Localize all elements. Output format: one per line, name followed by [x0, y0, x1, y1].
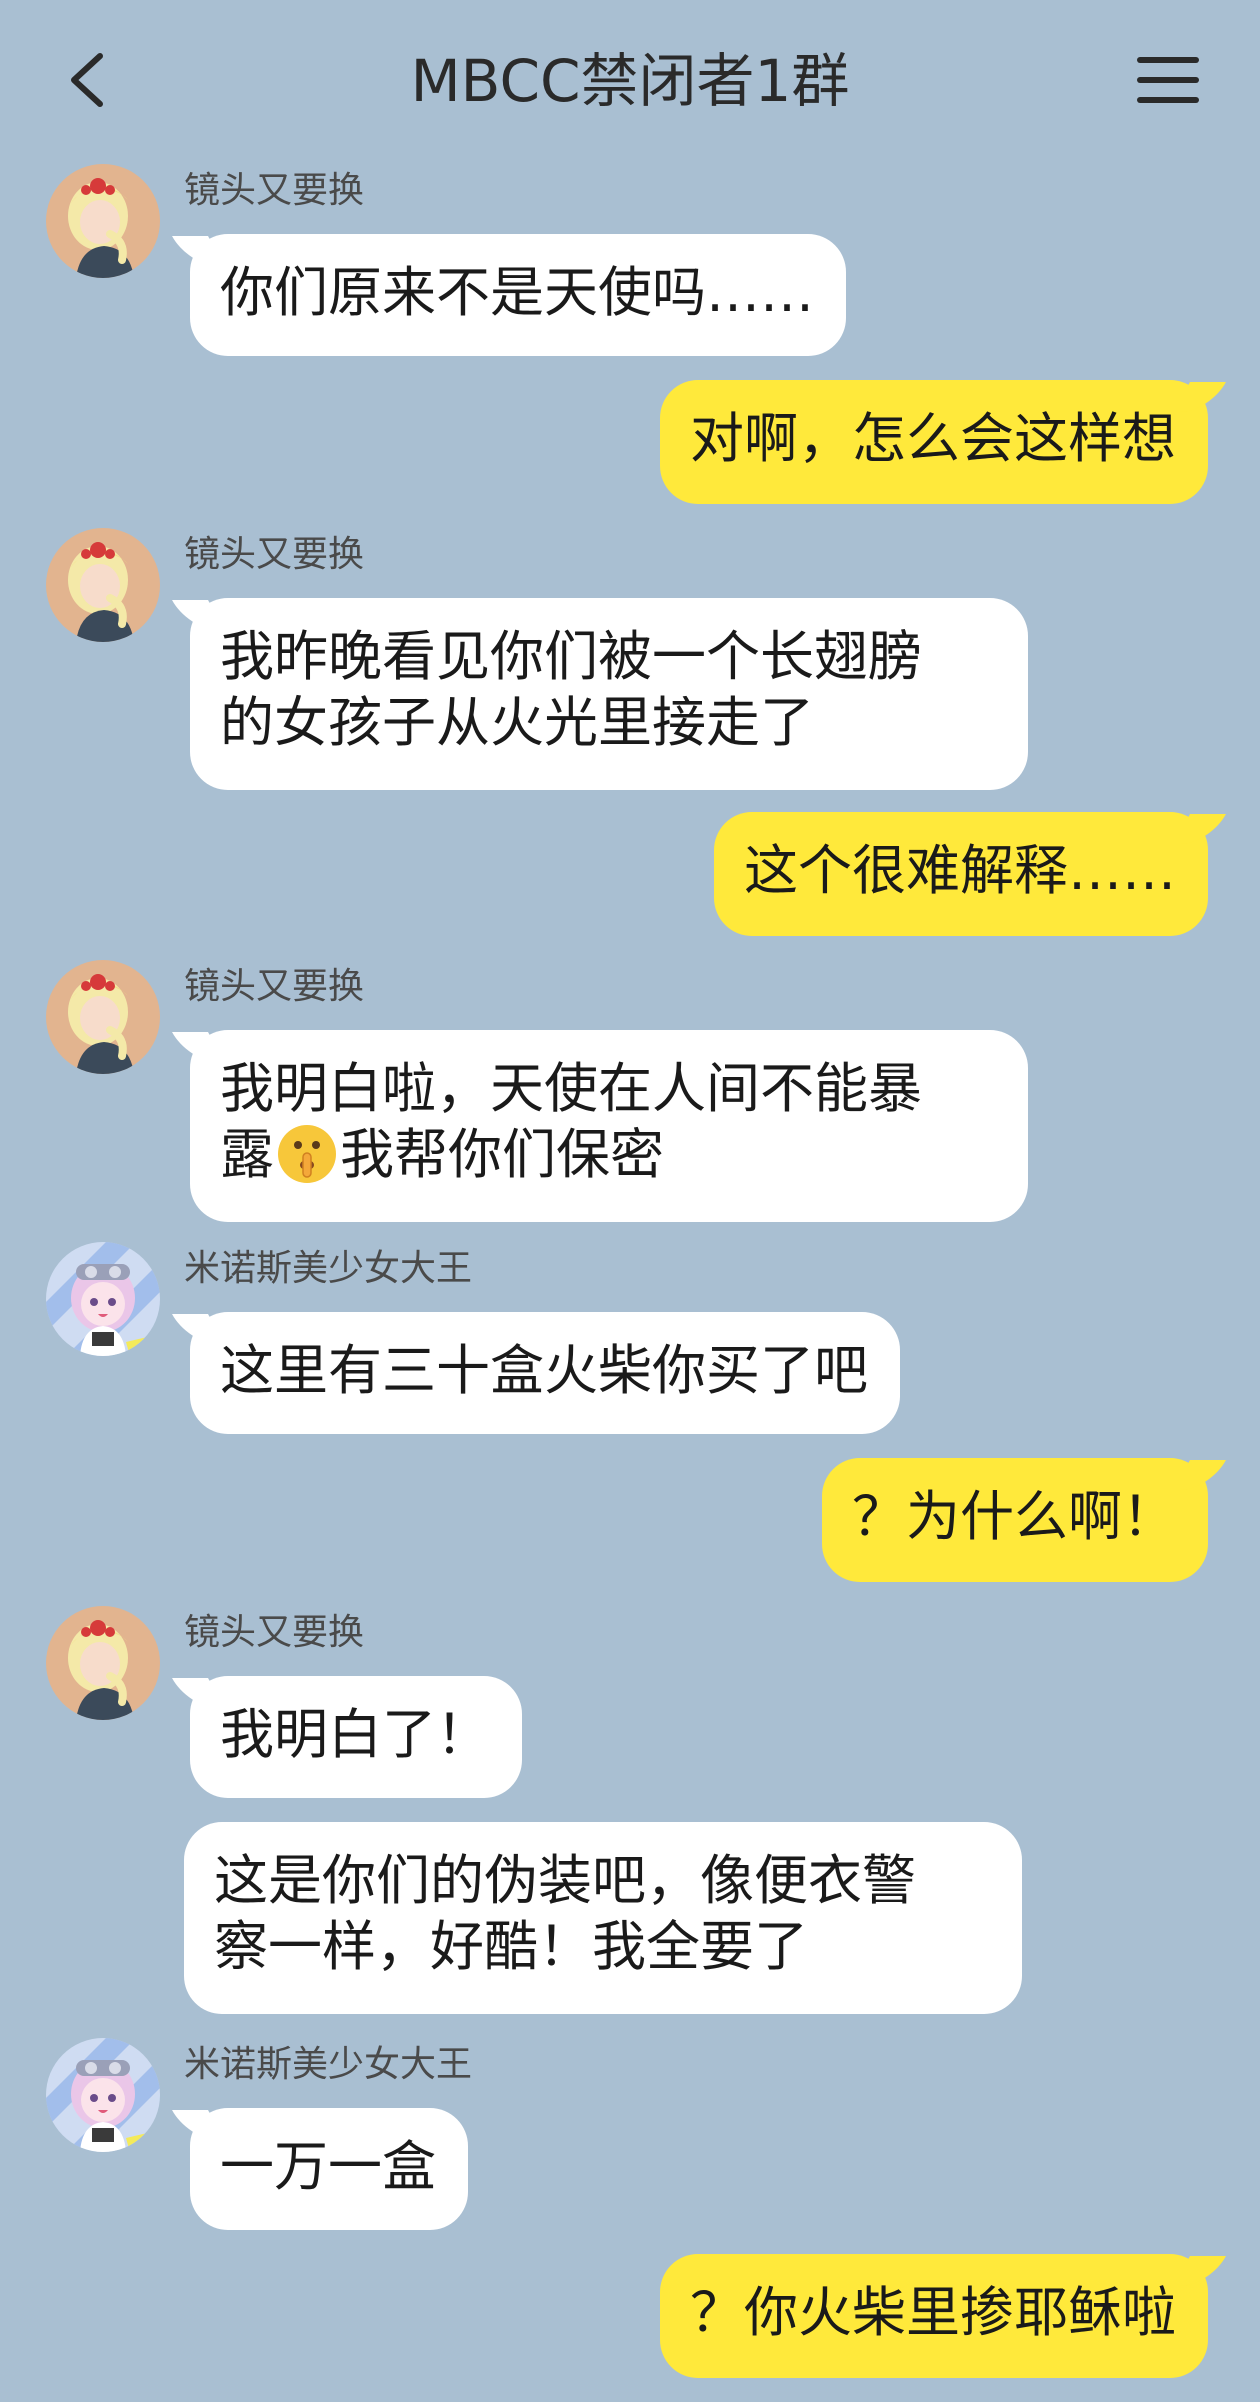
message-bubble[interactable]: 我昨晚看见你们被一个长翅膀 的女孩子从火光里接走了	[190, 598, 1028, 790]
message-line: 我明白啦，天使在人间不能暴	[220, 1057, 922, 1120]
avatar[interactable]	[46, 1242, 160, 1356]
sender-name: 米诺斯美少女大王	[184, 2044, 473, 2085]
message-row: 镜头又要换 我明白了！ 这是你们的伪装吧，像便衣警 察一样，好酷！我全要了	[0, 1602, 1260, 2022]
message-line: 这是你们的伪装吧，像便衣警	[214, 1849, 916, 1912]
avatar[interactable]	[46, 1606, 160, 1720]
message-row: 米诺斯美少女大王 这里有三十盒火柴你买了吧	[0, 1240, 1260, 1440]
message-row: 米诺斯美少女大王 一万一盒	[0, 2036, 1260, 2236]
message-line: 我昨晚看见你们被一个长翅膀	[220, 625, 922, 688]
message-row: ？你火柴里掺耶稣啦	[0, 2254, 1260, 2380]
message-text: 我帮你们保密	[340, 1123, 664, 1186]
sender-name: 镜头又要换	[184, 534, 365, 575]
message-bubble[interactable]: 一万一盒	[190, 2108, 468, 2230]
message-row: 镜头又要换 你们原来不是天使吗……	[0, 160, 1260, 360]
message-bubble[interactable]: 这里有三十盒火柴你买了吧	[190, 1312, 900, 1434]
shushing-face-emoji-icon	[278, 1125, 336, 1184]
message-bubble-outgoing[interactable]: 对啊，怎么会这样想	[660, 380, 1208, 504]
message-text: 露	[220, 1123, 274, 1186]
message-bubble[interactable]: 我明白啦，天使在人间不能暴 露 我帮你们保密	[190, 1030, 1028, 1222]
avatar[interactable]	[46, 164, 160, 278]
chat-title: MBCC禁闭者1群	[410, 47, 850, 115]
message-row: 镜头又要换 我昨晚看见你们被一个长翅膀 的女孩子从火光里接走了	[0, 524, 1260, 794]
message-line: 露 我帮你们保密	[220, 1122, 996, 1188]
chevron-left-icon	[71, 53, 103, 107]
message-row: 这个很难解释……	[0, 812, 1260, 938]
avatar[interactable]	[46, 528, 160, 642]
hamburger-menu-icon	[1137, 57, 1199, 103]
message-row: ？为什么啊！	[0, 1458, 1260, 1584]
message-bubble-outgoing[interactable]: 这个很难解释……	[714, 812, 1208, 936]
message-line: 察一样，好酷！我全要了	[214, 1915, 808, 1978]
back-button[interactable]	[52, 40, 132, 120]
sender-name: 镜头又要换	[184, 170, 365, 211]
chat-header: MBCC禁闭者1群	[0, 0, 1260, 160]
sender-name: 镜头又要换	[184, 966, 365, 1007]
sender-name: 米诺斯美少女大王	[184, 1248, 473, 1289]
message-bubble[interactable]: 我明白了！	[190, 1676, 522, 1798]
message-bubble[interactable]: 你们原来不是天使吗……	[190, 234, 846, 356]
avatar[interactable]	[46, 960, 160, 1074]
message-bubble-outgoing[interactable]: ？为什么啊！	[822, 1458, 1208, 1582]
message-row: 对啊，怎么会这样想	[0, 380, 1260, 506]
avatar[interactable]	[46, 2038, 160, 2152]
menu-button[interactable]	[1128, 40, 1208, 120]
message-bubble-outgoing[interactable]: ？你火柴里掺耶稣啦	[660, 2254, 1208, 2378]
message-bubble[interactable]: 这是你们的伪装吧，像便衣警 察一样，好酷！我全要了	[184, 1822, 1022, 2014]
message-row: 镜头又要换 我明白啦，天使在人间不能暴 露 我帮你们保密	[0, 956, 1260, 1226]
message-line: 的女孩子从火光里接走了	[220, 691, 814, 754]
sender-name: 镜头又要换	[184, 1612, 365, 1653]
